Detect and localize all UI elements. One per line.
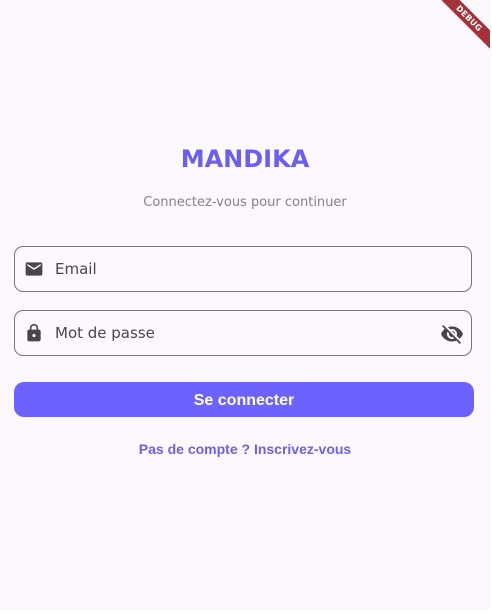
signup-link[interactable]: Pas de compte ? Inscrivez-vous bbox=[0, 440, 490, 458]
login-button[interactable]: Se connecter bbox=[14, 382, 474, 417]
login-subtitle: Connectez-vous pour continuer bbox=[143, 195, 347, 210]
email-icon bbox=[25, 262, 43, 276]
login-screen: DEBUG MANDIKA Connectez-vous pour contin… bbox=[0, 0, 490, 610]
password-field[interactable]: Mot de passe bbox=[14, 310, 472, 356]
password-field-label: Mot de passe bbox=[55, 324, 155, 342]
debug-banner-label: DEBUG bbox=[433, 0, 490, 54]
app-title: MANDIKA bbox=[180, 145, 310, 173]
lock-icon bbox=[27, 323, 41, 342]
visibility-off-icon[interactable] bbox=[440, 322, 464, 346]
debug-banner: DEBUG bbox=[420, 0, 490, 70]
email-field-label: Email bbox=[55, 260, 97, 278]
email-field[interactable]: Email bbox=[14, 246, 472, 292]
